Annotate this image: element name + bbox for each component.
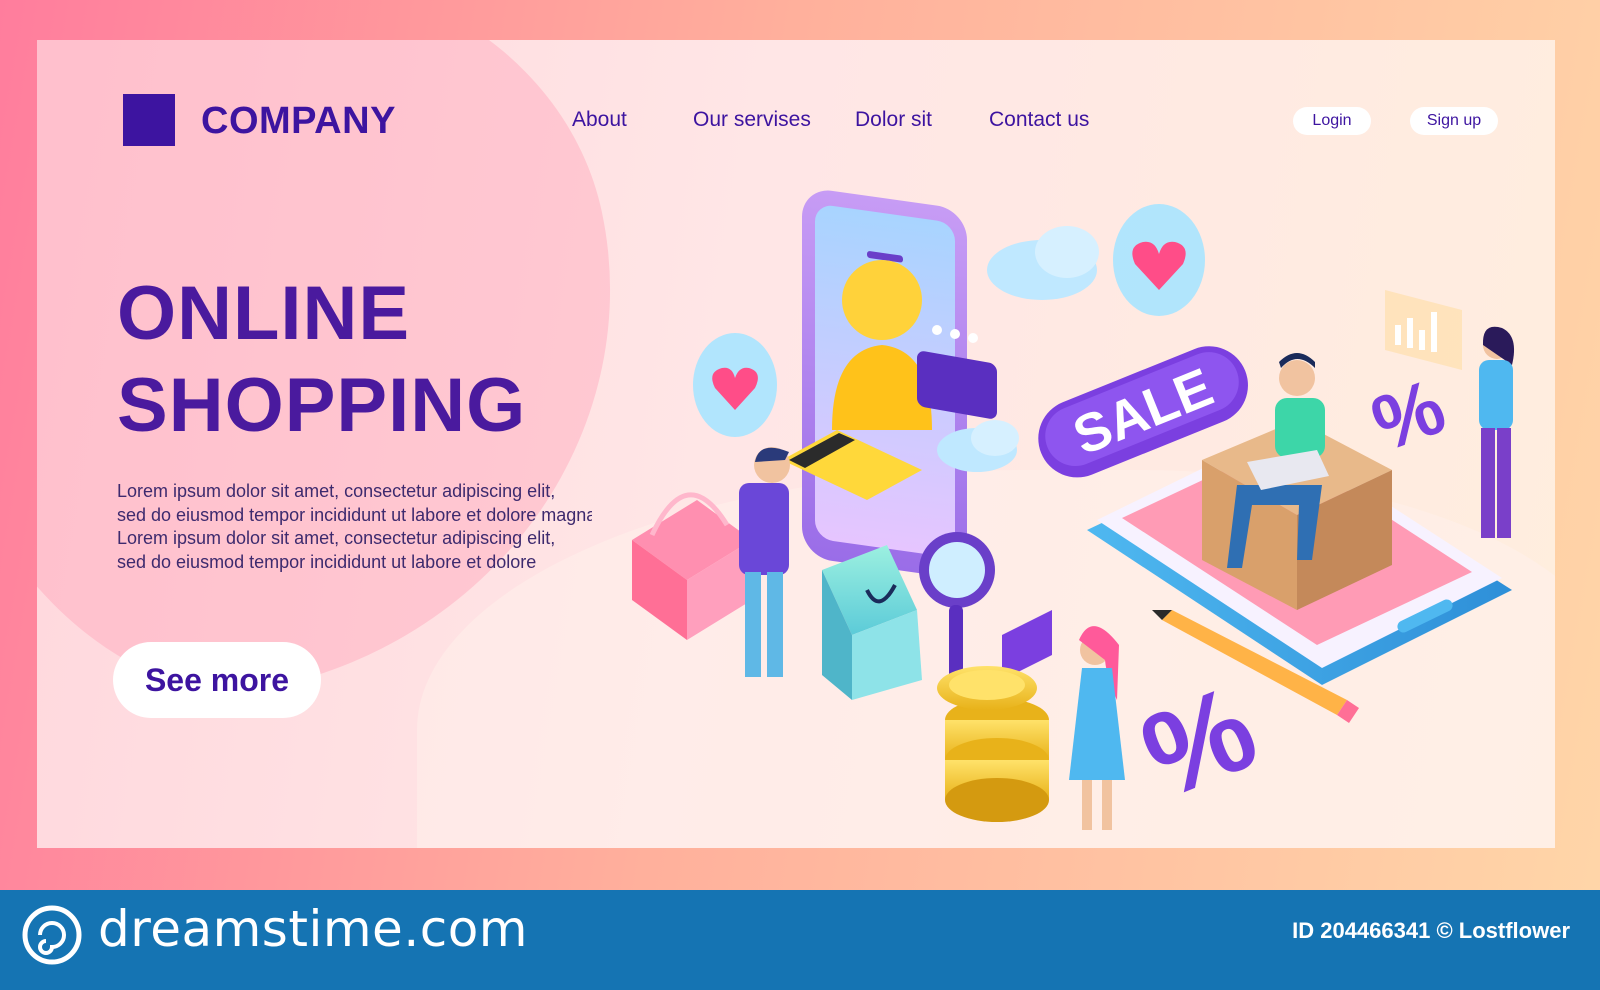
desc-line: Lorem ipsum dolor sit amet, consectetur …	[117, 481, 556, 501]
desc-line: sed do eiusmod tempor incididunt ut labo…	[117, 551, 537, 572]
brand-name[interactable]: COMPANY	[201, 100, 396, 143]
hero-title: ONLINE SHOPPING	[117, 268, 526, 452]
hero-description: Lorem ipsum dolor sit amet, consectetur …	[117, 480, 592, 574]
magnifier-icon	[919, 532, 995, 680]
shopping-illustration: SALE % %	[632, 190, 1515, 830]
basket-icon	[632, 492, 752, 640]
percent-icon: %	[1361, 362, 1456, 468]
percent-text-large: %	[1125, 660, 1274, 824]
nav-link-about[interactable]: About	[572, 108, 627, 132]
percent-icon: %	[1125, 660, 1274, 824]
login-button[interactable]: Login	[1293, 107, 1371, 135]
footer-image-id: ID 204466341 © Lostflower	[1292, 918, 1570, 943]
person-girl	[1069, 626, 1125, 830]
see-more-button[interactable]: See more	[113, 642, 321, 718]
watermark-footer: dreamstime.com ID 204466341 © Lostflower	[0, 890, 1600, 990]
cloud-icon	[987, 226, 1099, 300]
percent-text: %	[1361, 362, 1456, 468]
signup-button[interactable]: Sign up	[1410, 107, 1498, 135]
coins-icon	[937, 666, 1049, 822]
landing-page: COMPANY About Our servises Dolor sit Con…	[37, 40, 1555, 848]
footer-site-name: dreamstime.com	[98, 900, 528, 958]
person-standing	[1479, 326, 1515, 538]
square-icon	[123, 94, 175, 146]
hero-title-line1: ONLINE	[117, 271, 411, 356]
heart-icon	[693, 333, 777, 437]
nav-link-dolor-sit[interactable]: Dolor sit	[855, 108, 932, 132]
desc-line: Lorem ipsum dolor sit amet, consectetur …	[117, 528, 556, 548]
nav-link-contact[interactable]: Contact us	[989, 108, 1089, 132]
desc-line: sed do eiusmod tempor incididunt ut labo…	[117, 504, 592, 525]
spiral-logo-icon	[22, 905, 82, 965]
hero-title-line2: SHOPPING	[117, 363, 527, 448]
heart-icon	[1113, 204, 1205, 316]
nav-link-services[interactable]: Our servises	[693, 108, 811, 132]
chart-panel	[1385, 290, 1462, 370]
person-with-card	[739, 447, 790, 677]
